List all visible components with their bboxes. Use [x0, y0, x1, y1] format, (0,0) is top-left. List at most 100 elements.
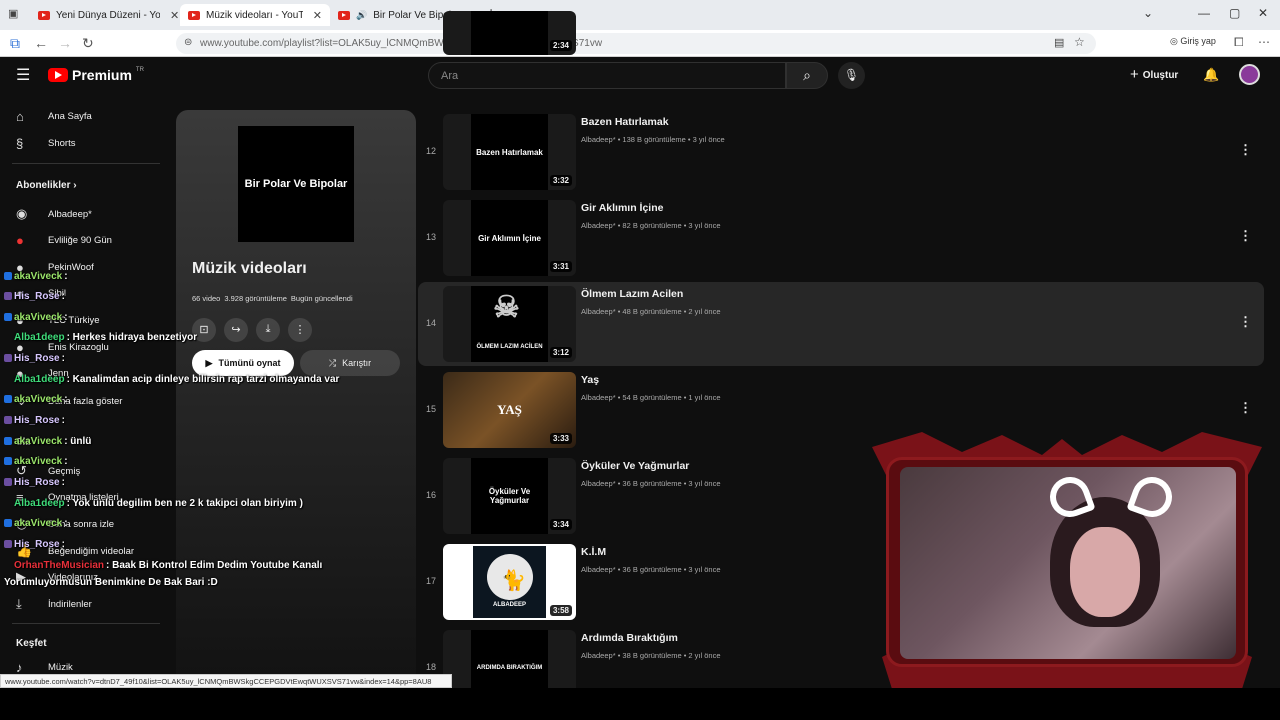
more-vertical-icon[interactable]: ⋮ — [1239, 142, 1252, 158]
video-thumbnail[interactable]: ARDIMDA BIRAKTIĞIM — [443, 630, 576, 688]
play-all-label: Tümünü oynat — [218, 358, 281, 368]
sidebar-item-label: Enis Kirazoglu — [48, 342, 109, 353]
download-button[interactable]: ⤓ — [256, 318, 280, 342]
chat-username: OrhanTheMusician — [14, 560, 105, 571]
video-title[interactable]: Bazen Hatırlamak — [581, 116, 669, 128]
chat-text: : Baak Bi Kontrol Edim Dedim Youtube Kan… — [106, 560, 323, 571]
chat-message: Yorumluyormusun Benimkine De Bak Bari :D — [4, 577, 218, 588]
share-button[interactable]: ↪ — [224, 318, 248, 342]
video-title[interactable]: K.İ.M — [581, 546, 606, 558]
updated-date: Bugün güncellendi — [290, 294, 353, 303]
sidebar-item-label: Shorts — [48, 138, 76, 149]
subscriptions-heading[interactable]: Abonelikler › — [16, 180, 77, 191]
video-title[interactable]: Yaş — [581, 374, 599, 386]
chat-badge-icon — [4, 478, 12, 487]
duration-badge: 3:58 — [549, 605, 572, 616]
youtube-logo[interactable]: Premium TR — [48, 67, 144, 83]
webcam-video — [900, 467, 1236, 659]
thumbnail-art: 🐈 ALBADEEP — [471, 544, 548, 620]
sidebar-item-label: Albadeep* — [48, 208, 92, 220]
video-thumbnail[interactable]: Bazen Hatırlamak 3:32 — [443, 114, 576, 190]
divider — [12, 623, 160, 624]
video-thumbnail[interactable]: Gir Aklımın İçine 3:31 — [443, 200, 576, 276]
more-actions-button[interactable]: ⋮ — [288, 318, 312, 342]
chat-text: : — [61, 291, 65, 302]
list-item-hovered[interactable]: 14 ☠ ÖLMEM LAZIM ACİLEN 3:12 Ölmem Lazım… — [418, 282, 1264, 366]
workspaces-icon[interactable]: ⧉ — [10, 35, 20, 52]
video-thumbnail[interactable]: YAŞ 3:33 — [443, 372, 576, 448]
more-vertical-icon[interactable]: ⋮ — [1239, 228, 1252, 244]
close-tab-icon[interactable]: ✕ — [170, 9, 179, 22]
playlist-thumbnail[interactable]: Bir Polar Ve Bipolar — [238, 126, 354, 242]
chat-badge-icon — [4, 292, 12, 301]
video-title[interactable]: Ardımda Bıraktığım — [581, 632, 678, 644]
video-meta: Albadeep* • 36 B görüntüleme • 3 yıl önc… — [581, 479, 721, 488]
thumbnail-art: Öyküler Ve Yağmurlar — [471, 458, 548, 534]
video-thumbnail[interactable]: ☠ ÖLMEM LAZIM ACİLEN 3:12 — [443, 286, 576, 362]
youtube-favicon-icon — [338, 10, 350, 20]
chat-badge-icon — [4, 519, 12, 528]
chat-message: akaViveck: — [4, 518, 68, 529]
chat-message: His_Rose: — [4, 539, 65, 550]
close-tab-icon[interactable]: ✕ — [313, 9, 322, 22]
chat-text: : — [64, 312, 68, 323]
streamer-webcam-overlay — [862, 427, 1272, 689]
skeleton-illustration: ☠ — [493, 291, 520, 324]
thumbnail-text: ALBADEEP — [492, 602, 526, 608]
video-title[interactable]: Ölmem Lazım Acilen — [581, 288, 683, 300]
chat-message: akaViveck: — [4, 456, 68, 467]
chat-badge-icon — [4, 540, 12, 549]
tab-actions-icon[interactable]: ▣ — [8, 7, 18, 20]
sidebar-item-label: Ana Sayfa — [48, 111, 92, 122]
video-thumbnail[interactable]: Öyküler Ve Yağmurlar 3:34 — [443, 458, 576, 534]
youtube-logo-icon — [48, 68, 68, 82]
back-icon[interactable]: ← — [34, 35, 48, 51]
sidebar-item-shorts[interactable]: § Shorts — [16, 136, 75, 151]
youtube-favicon-icon — [38, 10, 50, 20]
video-index: 16 — [425, 490, 436, 500]
chat-message: His_Rose: — [4, 353, 65, 364]
video-thumbnail[interactable]: 2:34 — [443, 11, 576, 55]
person-face — [1070, 527, 1140, 617]
list-item[interactable]: 2:34 — [418, 10, 1264, 104]
site-info-icon[interactable]: ⊜ — [184, 37, 192, 48]
sidebar-item-label: Müzik — [48, 662, 73, 673]
sidebar-item-subscription[interactable]: ● Evliliğe 90 Gün — [16, 233, 112, 248]
shuffle-button[interactable]: ⤮ Karıştır — [300, 350, 400, 376]
tab-1[interactable]: Yeni Dünya Düzeni - YouTube ✕ — [30, 4, 187, 26]
forward-icon[interactable]: → — [58, 35, 72, 51]
tab-2[interactable]: Müzik videoları - YouTube ✕ — [180, 4, 330, 26]
video-title[interactable]: Gir Aklımın İçine — [581, 202, 663, 214]
list-item[interactable]: 13 Gir Aklımın İçine 3:31 Gir Aklımın İç… — [418, 196, 1264, 280]
sidebar-item-downloads[interactable]: ⤓ İndirilenler — [16, 596, 92, 612]
video-title[interactable]: Öyküler Ve Yağmurlar — [581, 460, 689, 472]
home-icon: ⌂ — [16, 109, 24, 124]
chat-badge-icon — [4, 457, 12, 466]
video-meta: Albadeep* • 82 B görüntüleme • 3 yıl önc… — [581, 221, 721, 230]
chat-message: His_Rose: — [4, 291, 65, 302]
chat-text: : Yok ünlü degilim ben ne 2 k takipci ol… — [66, 498, 303, 509]
chat-message: His_Rose: — [4, 477, 65, 488]
chat-username: His_Rose — [14, 353, 60, 364]
sidebar-item-label: Evliliğe 90 Gün — [48, 235, 112, 246]
more-vertical-icon[interactable]: ⋮ — [1239, 400, 1252, 416]
chat-badge-icon — [4, 416, 12, 425]
sidebar-item-label: Geçmiş — [48, 465, 81, 477]
hamburger-menu-icon[interactable]: ☰ — [16, 65, 30, 85]
play-all-button[interactable]: ▶ Tümünü oynat — [192, 350, 294, 376]
reload-icon[interactable]: ↻ — [82, 35, 94, 52]
chat-badge-icon — [4, 354, 12, 363]
chat-username: His_Rose — [14, 539, 60, 550]
video-thumbnail[interactable]: 🐈 ALBADEEP 3:58 — [443, 544, 576, 620]
more-vertical-icon[interactable]: ⋮ — [1239, 314, 1252, 330]
thumbnail-art: Gir Aklımın İçine — [471, 200, 548, 276]
sidebar-item-subscription[interactable]: ◉ Albadeep* — [16, 206, 92, 222]
video-index: 18 — [425, 662, 436, 672]
duration-badge: 3:32 — [549, 175, 572, 186]
playlist-title: Müzik videoları — [192, 260, 307, 277]
youtube-favicon-icon — [188, 10, 200, 20]
sidebar-item-music[interactable]: ♪ Müzik — [16, 660, 73, 675]
list-item[interactable]: 12 Bazen Hatırlamak 3:32 Bazen Hatırlama… — [418, 110, 1264, 194]
sidebar-item-home[interactable]: ⌂ Ana Sayfa — [16, 109, 92, 124]
chat-text: : — [61, 353, 65, 364]
